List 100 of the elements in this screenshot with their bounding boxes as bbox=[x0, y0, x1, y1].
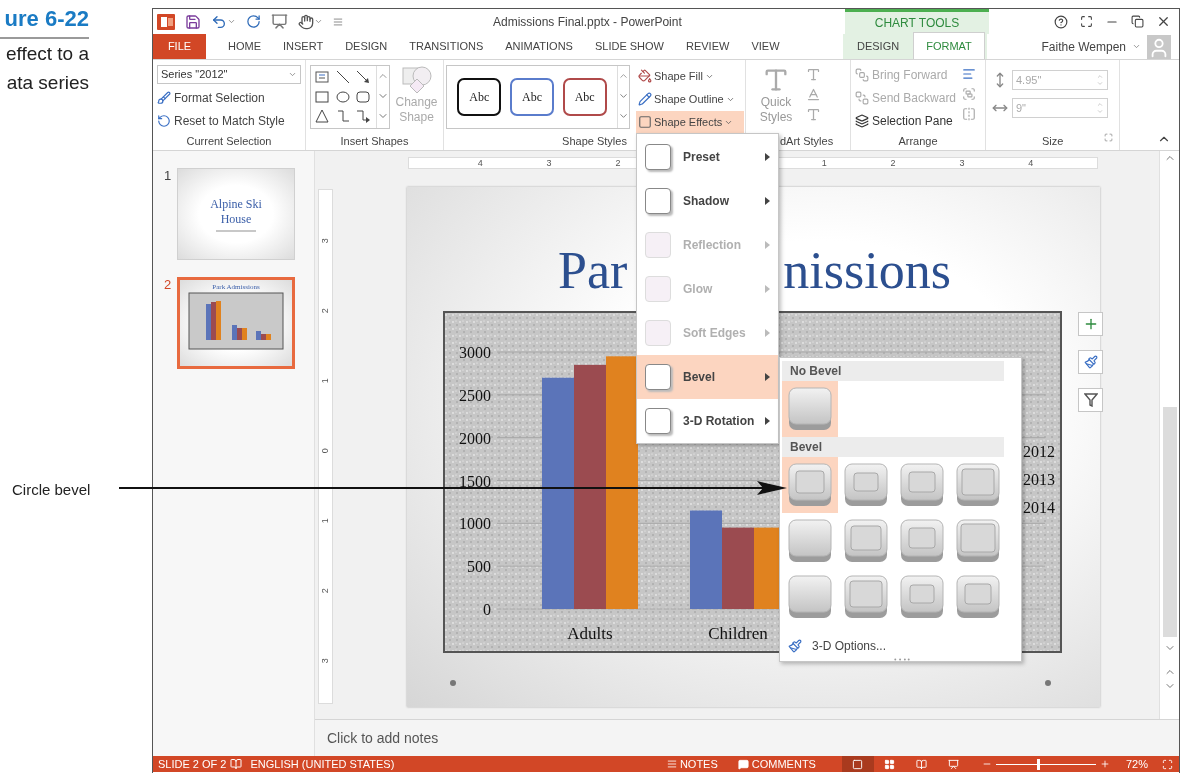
ribbon-tab[interactable]: TRANSITIONS bbox=[409, 34, 484, 59]
figure-caption-line: effect to a bbox=[5, 42, 89, 66]
touch-mode-icon[interactable] bbox=[298, 13, 314, 30]
zoom-slider-thumb[interactable] bbox=[1036, 758, 1040, 770]
style-swatch[interactable]: Abc bbox=[510, 78, 554, 116]
group-objects-icon[interactable] bbox=[962, 87, 977, 101]
line-icon[interactable] bbox=[334, 69, 351, 85]
format-brush-icon bbox=[157, 90, 171, 105]
text-outline-icon[interactable] bbox=[806, 87, 821, 102]
notes-pane[interactable]: Click to add notes bbox=[315, 719, 1179, 756]
align-icon[interactable] bbox=[962, 67, 977, 81]
group-label: Shape Styles bbox=[561, 134, 628, 149]
fill-bucket-icon bbox=[638, 69, 652, 83]
ribbon-tab[interactable]: DESIGN bbox=[843, 34, 914, 59]
menu-item[interactable]: Preset bbox=[637, 135, 778, 179]
bevel-option[interactable] bbox=[782, 457, 838, 513]
view-button[interactable] bbox=[841, 756, 874, 772]
shapes-gallery[interactable] bbox=[310, 65, 390, 129]
menu-item[interactable]: 3-D Rotation bbox=[637, 399, 778, 443]
text-fill-icon[interactable] bbox=[806, 67, 821, 82]
resize-grip-icon[interactable] bbox=[892, 658, 911, 661]
chart-styles-button[interactable] bbox=[1078, 350, 1103, 374]
close-icon[interactable] bbox=[1156, 14, 1171, 29]
ribbon-tab[interactable]: REVIEW bbox=[686, 34, 730, 59]
ruler-number: 2 bbox=[318, 588, 331, 594]
ribbon-display-icon[interactable] bbox=[1080, 15, 1093, 28]
dialog-launcher-icon[interactable] bbox=[1104, 133, 1113, 142]
presentation-icon[interactable] bbox=[271, 13, 288, 30]
ruler-number: 3 bbox=[318, 238, 331, 244]
shape-styles-gallery[interactable]: Abc Abc Abc bbox=[446, 65, 630, 129]
user-name[interactable]: Faithe Wempen bbox=[1041, 37, 1126, 56]
comments-button[interactable]: COMMENTS bbox=[733, 756, 820, 772]
ribbon-tab[interactable]: HOME bbox=[228, 34, 261, 59]
submenu-arrow-icon bbox=[765, 241, 770, 249]
zoom-in-icon[interactable] bbox=[1099, 759, 1110, 769]
bevel-preset-icon bbox=[955, 462, 1001, 508]
customize-toolbar-icon[interactable] bbox=[333, 16, 343, 27]
ruler-number: 0 bbox=[318, 448, 331, 454]
ribbon-command[interactable]: Selection Pane bbox=[855, 111, 957, 131]
slide-title: nissions bbox=[783, 241, 951, 301]
group-label: Arrange bbox=[897, 134, 939, 149]
undo-icon[interactable] bbox=[211, 13, 227, 30]
triangle-icon[interactable] bbox=[314, 108, 330, 125]
style-swatch[interactable]: Abc bbox=[457, 78, 502, 116]
style-swatch[interactable]: Abc bbox=[562, 78, 607, 116]
vertical-scrollbar[interactable] bbox=[1159, 151, 1179, 719]
bevel-preset-icon bbox=[843, 462, 889, 508]
chart-filters-button[interactable] bbox=[1078, 388, 1103, 412]
ribbon-tab[interactable]: INSERT bbox=[283, 34, 324, 59]
ribbon-tab[interactable]: SLIDE SHOW bbox=[594, 34, 664, 59]
ribbon-command[interactable]: Shape Effects bbox=[636, 111, 744, 133]
reading-view-icon bbox=[916, 758, 928, 770]
ribbon-tab[interactable]: VIEW bbox=[751, 34, 780, 59]
restore-icon[interactable] bbox=[1131, 15, 1144, 28]
textbox-icon[interactable] bbox=[314, 69, 330, 85]
send-backward-icon bbox=[855, 91, 869, 105]
category-label: Adults bbox=[567, 624, 613, 643]
thumbnail-title: Alpine Ski House bbox=[209, 196, 263, 227]
user-avatar[interactable] bbox=[1147, 34, 1171, 59]
ribbon-command[interactable]: Shape Outline bbox=[636, 88, 744, 110]
fit-to-window-icon[interactable] bbox=[1162, 758, 1173, 770]
selection-dropdown[interactable]: Series "2012" bbox=[157, 65, 301, 84]
ribbon-command[interactable]: Shape Fill bbox=[636, 65, 744, 87]
menu-item[interactable]: Bevel bbox=[637, 355, 778, 399]
arrow-icon[interactable] bbox=[355, 69, 372, 85]
ribbon-tab[interactable]: DESIGN bbox=[345, 34, 388, 59]
ribbon-tab[interactable]: ANIMATIONS bbox=[505, 34, 573, 59]
legend-label: 2014 bbox=[1023, 499, 1055, 516]
submenu-arrow-icon bbox=[765, 329, 770, 337]
chart-elements-button[interactable] bbox=[1078, 312, 1103, 336]
connector-arrow-icon[interactable] bbox=[355, 108, 372, 125]
slide-counter: SLIDE 2 OF 2 bbox=[158, 756, 227, 772]
gallery-heading: Bevel bbox=[782, 437, 1004, 457]
text-effects-icon[interactable] bbox=[806, 107, 821, 122]
bring-forward-icon bbox=[855, 68, 869, 82]
bevel-preset-icon bbox=[955, 574, 1001, 620]
ribbon-tab[interactable]: FILE bbox=[153, 34, 206, 59]
oval-icon[interactable] bbox=[334, 88, 351, 105]
menu-item[interactable]: 3-D Options... bbox=[782, 635, 1021, 657]
submenu-arrow-icon bbox=[765, 417, 770, 425]
rounded-rectangle-icon[interactable] bbox=[355, 88, 372, 105]
ruler-number: 4 bbox=[1028, 158, 1035, 168]
notes-button[interactable]: NOTES bbox=[662, 756, 722, 772]
spell-check-icon[interactable] bbox=[230, 758, 243, 770]
caret-icon bbox=[314, 17, 323, 26]
ribbon-tab[interactable]: FORMAT bbox=[913, 32, 985, 59]
save-icon[interactable] bbox=[185, 13, 201, 30]
scroll-thumb[interactable] bbox=[1162, 407, 1177, 637]
zoom-percent[interactable]: 72% bbox=[1125, 755, 1148, 773]
app-logo-icon bbox=[157, 13, 175, 30]
menu-item[interactable]: Shadow bbox=[637, 179, 778, 223]
bevel-option[interactable] bbox=[782, 381, 838, 437]
group-label: Size bbox=[1042, 134, 1064, 149]
bevel-preset-icon bbox=[899, 518, 945, 564]
ribbon-command[interactable]: Reset to Match Style bbox=[157, 111, 301, 130]
slide-thumbnail[interactable]: Alpine Ski House bbox=[177, 168, 295, 260]
help-icon[interactable] bbox=[1054, 14, 1068, 29]
redo-icon[interactable] bbox=[246, 14, 261, 29]
change-shape-icon bbox=[399, 65, 434, 95]
ribbon-command[interactable]: Format Selection bbox=[157, 88, 301, 107]
